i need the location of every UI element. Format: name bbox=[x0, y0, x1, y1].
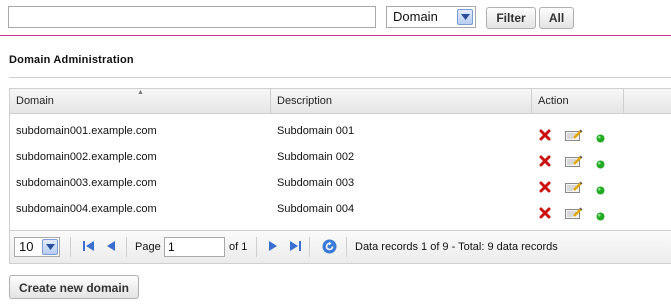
action-cell bbox=[532, 144, 624, 170]
table-row: subdomain001.example.com Subdomain 001 bbox=[10, 118, 671, 144]
column-header-domain[interactable]: ▲ Domain bbox=[10, 89, 271, 113]
field-select-value: Domain bbox=[393, 9, 438, 24]
grid-header: ▲ Domain Description Action bbox=[10, 89, 671, 114]
field-select[interactable]: Domain bbox=[386, 6, 476, 28]
domain-cell: subdomain004.example.com bbox=[16, 203, 157, 215]
column-header-action: Action bbox=[532, 89, 624, 113]
filter-button[interactable]: Filter bbox=[486, 7, 536, 29]
action-cell bbox=[532, 196, 624, 222]
column-header-description-label: Description bbox=[277, 95, 333, 107]
domain-cell: subdomain002.example.com bbox=[16, 151, 157, 163]
pager-separator bbox=[309, 237, 310, 257]
records-summary: Data records 1 of 9 - Total: 9 data reco… bbox=[355, 241, 558, 253]
page-title: Domain Administration bbox=[9, 54, 134, 66]
pager-separator bbox=[256, 237, 257, 257]
search-input[interactable] bbox=[8, 6, 376, 28]
domain-cell: subdomain001.example.com bbox=[16, 125, 157, 137]
column-header-domain-label: Domain bbox=[16, 95, 54, 107]
description-cell: Subdomain 002 bbox=[277, 151, 355, 163]
edit-icon[interactable] bbox=[565, 203, 583, 229]
refresh-icon[interactable] bbox=[322, 239, 337, 257]
column-header-action-label: Action bbox=[538, 95, 569, 107]
pager-separator bbox=[346, 237, 347, 257]
last-page-icon[interactable] bbox=[289, 240, 301, 255]
description-cell: Subdomain 003 bbox=[277, 177, 355, 189]
page-count-label: of 1 bbox=[229, 241, 248, 253]
domain-grid: ▲ Domain Description Action subdomain001… bbox=[9, 88, 671, 264]
table-row: subdomain003.example.com Subdomain 003 bbox=[10, 170, 671, 196]
delete-icon[interactable] bbox=[539, 203, 551, 229]
pager-separator bbox=[70, 237, 71, 257]
chevron-down-icon[interactable] bbox=[42, 239, 58, 255]
column-header-description[interactable]: Description bbox=[271, 89, 532, 113]
next-page-icon[interactable] bbox=[268, 240, 278, 255]
action-cell bbox=[532, 118, 624, 144]
header-divider bbox=[0, 35, 671, 36]
previous-page-icon[interactable] bbox=[106, 240, 116, 255]
description-cell: Subdomain 001 bbox=[277, 125, 355, 137]
pagination-bar: 10 Page of 1 Data records 1 of 9 - Total… bbox=[10, 230, 671, 263]
table-row: subdomain004.example.com Subdomain 004 bbox=[10, 196, 671, 222]
all-button[interactable]: All bbox=[539, 7, 574, 29]
page-size-value: 10 bbox=[19, 239, 34, 254]
first-page-icon[interactable] bbox=[83, 240, 95, 255]
status-icon[interactable] bbox=[596, 205, 605, 231]
chevron-down-icon[interactable] bbox=[457, 9, 473, 25]
action-cell bbox=[532, 170, 624, 196]
title-divider bbox=[9, 77, 671, 78]
description-cell: Subdomain 004 bbox=[277, 203, 355, 215]
page-size-select[interactable]: 10 bbox=[14, 237, 60, 257]
domain-cell: subdomain003.example.com bbox=[16, 177, 157, 189]
page-label: Page bbox=[135, 241, 161, 253]
create-domain-button[interactable]: Create new domain bbox=[9, 275, 139, 299]
pager-separator bbox=[126, 237, 127, 257]
page-number-input[interactable] bbox=[164, 237, 225, 257]
table-row: subdomain002.example.com Subdomain 002 bbox=[10, 144, 671, 170]
sort-ascending-icon: ▲ bbox=[137, 89, 144, 96]
